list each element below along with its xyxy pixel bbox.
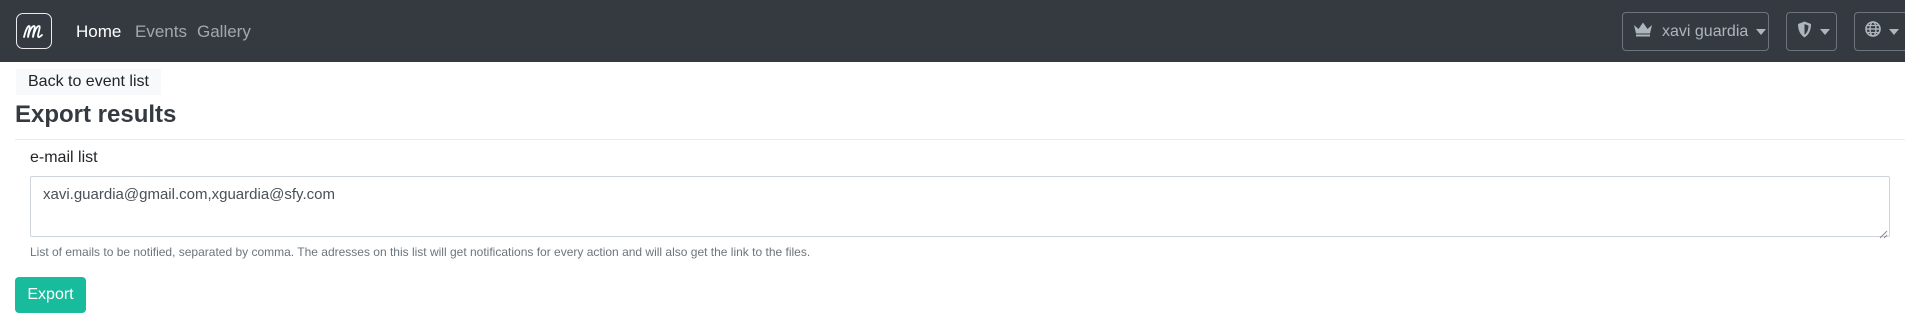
resize-handle-icon[interactable] — [1879, 226, 1888, 239]
export-button[interactable]: Export — [15, 277, 86, 313]
user-menu-button[interactable]: xavi guardia — [1622, 12, 1769, 51]
email-list-help-text: List of emails to be notified, separated… — [30, 245, 811, 259]
chevron-down-icon — [1820, 28, 1830, 35]
nav-link-home[interactable]: Home — [76, 21, 121, 43]
crown-icon — [1633, 21, 1653, 42]
email-list-label: e-mail list — [30, 149, 98, 166]
nav-link-events[interactable]: Events — [135, 21, 187, 43]
top-navbar: Home Events Gallery xavi guardia — [0, 0, 1905, 62]
chevron-down-icon — [1756, 28, 1767, 35]
title-divider — [15, 139, 1905, 140]
back-to-event-list-link[interactable]: Back to event list — [16, 69, 161, 95]
page-title: Export results — [15, 101, 177, 128]
admin-menu-button[interactable] — [1786, 12, 1837, 51]
globe-icon — [1865, 21, 1881, 42]
brand-logo-icon[interactable] — [16, 13, 52, 49]
chevron-down-icon — [1889, 28, 1899, 35]
email-list-field[interactable]: xavi.guardia@gmail.com,xguardia@sfy.com — [30, 176, 1890, 237]
user-name-label: xavi guardia — [1662, 22, 1749, 40]
nav-link-gallery[interactable]: Gallery — [197, 21, 251, 43]
language-menu-button[interactable] — [1854, 12, 1905, 51]
shield-icon — [1797, 21, 1812, 43]
